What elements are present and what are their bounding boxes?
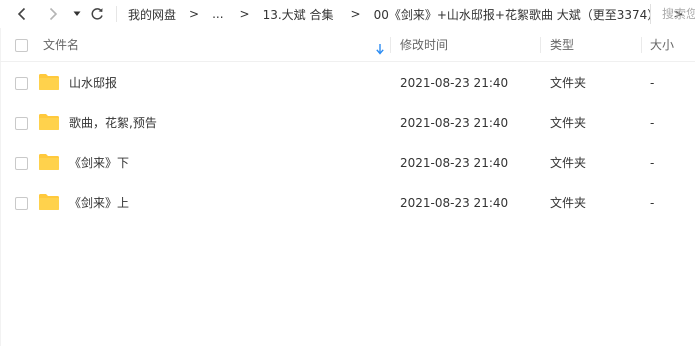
breadcrumb-item-root[interactable]: 我的网盘 (128, 6, 176, 23)
caret-down-icon (73, 11, 81, 17)
table-header: 文件名 修改时间 类型 大小 (0, 28, 695, 62)
folder-icon (38, 73, 60, 91)
file-size: - (650, 76, 655, 90)
file-name[interactable]: 《剑来》上 (69, 183, 129, 223)
search-input[interactable]: 搜索您 (650, 4, 695, 24)
forward-button[interactable] (43, 4, 63, 24)
file-modified: 2021-08-23 21:40 (400, 156, 509, 170)
breadcrumb-item-collection[interactable]: 13.大斌 合集 (263, 6, 334, 23)
table-row[interactable]: 歌曲，花絮,预告 2021-08-23 21:40 文件夹 - (0, 103, 695, 143)
back-button[interactable] (12, 4, 32, 24)
file-type: 文件夹 (550, 196, 587, 210)
file-size: - (650, 116, 655, 130)
row-checkbox[interactable] (15, 197, 28, 210)
breadcrumb-separator: > (239, 7, 250, 21)
breadcrumb: 我的网盘 > ... > 13.大斌 合集 > 00《剑来》+山水邸报+花絮歌曲… (128, 0, 695, 28)
column-header-name[interactable]: 文件名 (43, 28, 79, 62)
file-type: 文件夹 (550, 76, 587, 90)
toolbar-divider (116, 6, 117, 22)
file-type: 文件夹 (550, 116, 587, 130)
column-divider[interactable] (540, 37, 541, 53)
folder-icon (38, 193, 60, 211)
sort-down-arrow-icon[interactable] (375, 40, 385, 55)
file-modified: 2021-08-23 21:40 (400, 76, 509, 90)
file-name[interactable]: 山水邸报 (69, 63, 117, 103)
file-size: - (650, 196, 655, 210)
file-type: 文件夹 (550, 156, 587, 170)
row-checkbox[interactable] (15, 157, 28, 170)
history-dropdown-button[interactable] (67, 4, 87, 24)
breadcrumb-item-current[interactable]: 00《剑来》+山水邸报+花絮歌曲 大斌（更至3374） (374, 6, 660, 23)
row-checkbox[interactable] (15, 117, 28, 130)
table-row[interactable]: 《剑来》上 2021-08-23 21:40 文件夹 - (0, 183, 695, 223)
file-modified: 2021-08-23 21:40 (400, 196, 509, 210)
file-name[interactable]: 《剑来》下 (69, 143, 129, 183)
column-header-size[interactable]: 大小 (650, 28, 674, 62)
select-all-checkbox[interactable] (15, 39, 28, 52)
folder-icon (38, 153, 60, 171)
table-row[interactable]: 《剑来》下 2021-08-23 21:40 文件夹 - (0, 143, 695, 183)
breadcrumb-item-ellipsis[interactable]: ... (212, 7, 223, 21)
column-header-modified[interactable]: 修改时间 (400, 28, 448, 62)
breadcrumb-separator: > (350, 7, 361, 21)
folder-icon (38, 113, 60, 131)
column-header-type[interactable]: 类型 (550, 28, 574, 62)
chevron-right-icon (48, 7, 58, 21)
file-name[interactable]: 歌曲，花絮,预告 (69, 103, 157, 143)
refresh-icon (90, 7, 104, 21)
column-divider[interactable] (390, 37, 391, 53)
row-checkbox[interactable] (15, 77, 28, 90)
chevron-left-icon (17, 7, 27, 21)
table-row[interactable]: 山水邸报 2021-08-23 21:40 文件夹 - (0, 63, 695, 103)
breadcrumb-separator: > (189, 7, 200, 21)
file-modified: 2021-08-23 21:40 (400, 116, 509, 130)
column-divider[interactable] (641, 37, 642, 53)
refresh-button[interactable] (87, 4, 107, 24)
file-size: - (650, 156, 655, 170)
navigation-bar: 我的网盘 > ... > 13.大斌 合集 > 00《剑来》+山水邸报+花絮歌曲… (0, 0, 695, 28)
